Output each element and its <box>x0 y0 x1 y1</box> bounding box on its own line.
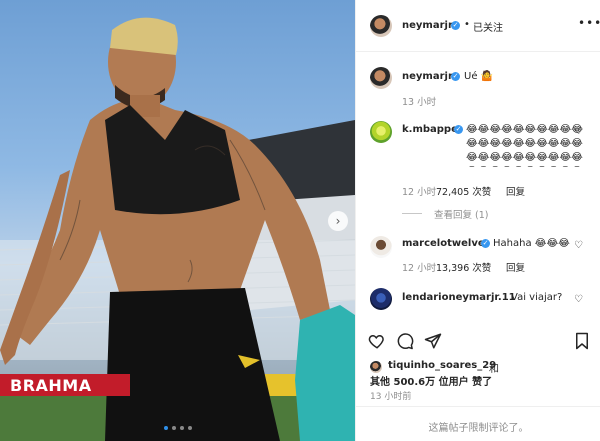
comment-like-heart-icon[interactable]: ♡ <box>574 294 583 305</box>
post-time: 13 小时前 <box>370 392 412 402</box>
comment-username[interactable]: lendarioneymarjr.11 <box>402 292 516 303</box>
post-side-panel: neymarjr ✓ • 已关注 ••• neymarjr ✓ Ué 🤷 13 … <box>355 0 600 441</box>
verified-badge-icon: ✓ <box>481 239 490 248</box>
comment-username[interactable]: k.mbappe <box>402 124 458 135</box>
comments-limited-text: 这篇帖子限制评论了。 <box>428 423 529 434</box>
comment-likes[interactable]: 13,396 次赞 <box>436 260 491 274</box>
action-bar <box>356 326 600 356</box>
carousel-dot <box>171 426 176 430</box>
brahma-banner: BRAHMA <box>0 374 130 396</box>
header-separator: • <box>464 19 470 30</box>
comment-time: 12 小时 <box>402 263 437 274</box>
ellipsis-icon[interactable]: ••• <box>578 16 600 30</box>
comment-avatar-lendario[interactable] <box>370 288 392 310</box>
chevron-right-icon[interactable]: › <box>328 211 348 231</box>
carousel-dot <box>179 426 184 430</box>
comment-icon[interactable] <box>396 332 414 350</box>
comment-text: Hahaha 😂😂😂 <box>493 238 570 249</box>
verified-badge-icon: ✓ <box>451 72 460 81</box>
comment-text: Vai viajar? <box>511 292 563 303</box>
caption-text: Ué 🤷 <box>464 71 494 82</box>
verified-badge-icon: ✓ <box>454 125 463 134</box>
comment-username[interactable]: marcelotwelve <box>402 238 485 249</box>
caption-time: 13 小时 <box>402 97 437 108</box>
view-replies-button[interactable]: 查看回复 (1) <box>434 207 488 221</box>
comment-like-heart-icon[interactable]: ♡ <box>574 240 583 251</box>
carousel-dots <box>0 426 355 430</box>
comment-avatar-marcelo[interactable] <box>370 236 392 258</box>
comment-text: 😂😂😂😂😂😂😂😂😂😂😂😂😂😂😂😂😂😂😂😂😂😂😂😂😂😂😂😂😂😂😂😂😂😂😂😂😂😂😂😂… <box>466 124 583 167</box>
comment-reply-button[interactable]: 回复 <box>506 260 525 274</box>
likes-count[interactable]: 其他 500.6万 位用户 赞了 <box>370 373 492 388</box>
comment-reply-button[interactable]: 回复 <box>506 184 525 198</box>
replies-divider <box>402 213 422 214</box>
follow-status-button[interactable]: 已关注 <box>473 19 503 34</box>
post-header: neymarjr ✓ • 已关注 ••• <box>356 0 600 52</box>
caption-username[interactable]: neymarjr <box>402 71 453 82</box>
avatar[interactable] <box>370 15 392 37</box>
header-username[interactable]: neymarjr <box>402 20 453 31</box>
paper-plane-icon[interactable] <box>424 332 442 350</box>
likes-user[interactable]: tiquinho_soares_29 <box>388 360 496 371</box>
carousel-dot-active <box>163 426 168 430</box>
comments-limited-footer: 这篇帖子限制评论了。 <box>356 406 600 441</box>
comment-avatar-mbappe[interactable] <box>370 121 392 143</box>
caption-avatar[interactable] <box>370 67 392 89</box>
post-photo[interactable]: BRAHMA › <box>0 0 355 441</box>
comment-likes[interactable]: 72,405 次赞 <box>436 184 491 198</box>
verified-badge-icon: ✓ <box>451 21 460 30</box>
comment-time: 12 小时 <box>402 187 437 198</box>
bookmark-icon[interactable] <box>574 332 590 350</box>
heart-outline-icon[interactable] <box>368 332 386 350</box>
liker-avatar[interactable] <box>370 361 382 373</box>
banner-text: BRAHMA <box>10 376 92 395</box>
comment-like-heart-icon[interactable]: ♡ <box>574 126 583 137</box>
carousel-dot <box>187 426 192 430</box>
